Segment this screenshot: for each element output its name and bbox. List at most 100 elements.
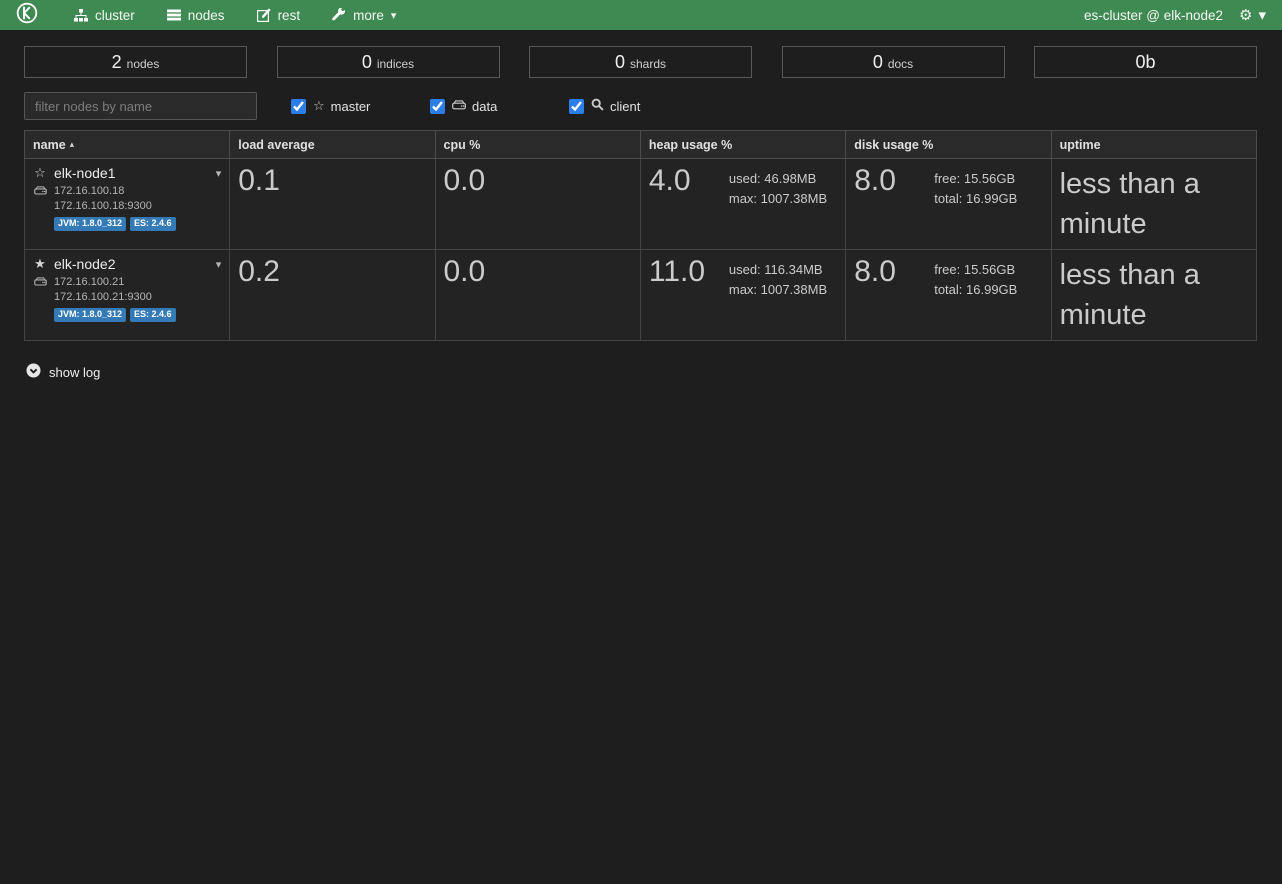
settings-dropdown[interactable]: ⚙ ▾ — [1239, 6, 1266, 24]
navbar: cluster nodes rest — [0, 0, 1282, 30]
column-header-uptime[interactable]: uptime — [1051, 131, 1256, 159]
node-name: elk-node2 — [54, 256, 116, 272]
heap-used: used: 116.34MB — [729, 260, 827, 280]
kopf-logo[interactable] — [16, 2, 38, 29]
disk-usage-cell: 8.0 free: 15.56GB total: 16.99GB — [846, 250, 1051, 341]
stat-docs: 0 docs — [782, 46, 1005, 78]
sitemap-icon — [74, 9, 88, 22]
star-icon: ★ — [33, 257, 47, 272]
node-row: ☆ elk-node1 ▾ 172.16.100.18 — [25, 159, 1257, 250]
nav-item-more[interactable]: more ▾ — [318, 0, 410, 30]
disk-free: free: 15.56GB — [934, 169, 1017, 189]
heap-percent: 11.0 — [649, 255, 729, 300]
nav-item-cluster[interactable]: cluster — [60, 0, 149, 30]
cpu-cell: 0.0 — [435, 250, 640, 341]
node-dropdown-caret-icon[interactable]: ▾ — [216, 258, 222, 271]
nav-item-label: nodes — [188, 8, 225, 23]
nav-item-label: more — [353, 8, 384, 23]
kopf-logo-icon — [16, 2, 38, 29]
disk-total: total: 16.99GB — [934, 280, 1017, 300]
nav-item-nodes[interactable]: nodes — [153, 0, 239, 30]
heap-percent: 4.0 — [649, 164, 729, 209]
disk-total: total: 16.99GB — [934, 189, 1017, 209]
es-version-badge: ES: 2.4.6 — [130, 308, 176, 322]
cluster-name-label: es-cluster @ elk-node2 — [1084, 8, 1223, 23]
stat-value: 0 — [362, 52, 372, 73]
stat-shards: 0 shards — [529, 46, 752, 78]
nav-item-label: cluster — [95, 8, 135, 23]
node-transport-address: 172.16.100.21:9300 — [54, 291, 221, 303]
stat-value: 0 — [615, 52, 625, 73]
node-ip: 172.16.100.18 — [54, 185, 124, 197]
nodes-table: name▴ load average cpu % heap usage % di… — [24, 130, 1257, 341]
filter-master: ☆ master — [291, 99, 396, 114]
hdd-icon — [33, 277, 47, 287]
column-header-load[interactable]: load average — [230, 131, 435, 159]
jvm-version-badge: JVM: 1.8.0_312 — [54, 308, 126, 322]
load-average-cell: 0.1 — [230, 159, 435, 250]
stat-label: shards — [630, 54, 666, 71]
column-header-heap[interactable]: heap usage % — [640, 131, 845, 159]
column-header-disk[interactable]: disk usage % — [846, 131, 1051, 159]
stat-label: nodes — [127, 54, 160, 71]
filter-client: client — [569, 98, 674, 114]
stat-label: docs — [888, 54, 913, 71]
circle-arrow-down-icon — [26, 363, 41, 381]
disk-free: free: 15.56GB — [934, 260, 1017, 280]
cluster-stats: 2 nodes 0 indices 0 shards 0 docs 0b — [24, 46, 1257, 78]
stat-value: 2 — [112, 52, 122, 73]
checkbox-label: data — [472, 99, 497, 114]
star-icon: ☆ — [313, 99, 325, 114]
hdd-icon — [452, 99, 466, 114]
nav-item-rest[interactable]: rest — [243, 0, 315, 30]
data-checkbox[interactable] — [430, 99, 445, 114]
node-transport-address: 172.16.100.18:9300 — [54, 200, 221, 212]
star-icon: ☆ — [33, 166, 47, 181]
pencil-square-icon — [257, 8, 271, 22]
name-cell: ☆ elk-node1 ▾ 172.16.100.18 — [25, 159, 230, 250]
search-icon — [591, 98, 604, 114]
uptime-cell: less than a minute — [1051, 250, 1256, 341]
cpu-cell: 0.0 — [435, 159, 640, 250]
filter-nodes-input[interactable] — [24, 92, 257, 120]
wrench-icon — [332, 8, 346, 22]
checkbox-label: client — [610, 99, 640, 114]
disk-usage-cell: 8.0 free: 15.56GB total: 16.99GB — [846, 159, 1051, 250]
stat-value: 0b — [1135, 52, 1155, 73]
stat-indices: 0 indices — [277, 46, 500, 78]
column-header-name[interactable]: name▴ — [25, 131, 230, 159]
stat-nodes: 2 nodes — [24, 46, 247, 78]
node-row: ★ elk-node2 ▾ 172.16.100.21 — [25, 250, 1257, 341]
node-name: elk-node1 — [54, 165, 116, 181]
stat-size: 0b — [1034, 46, 1257, 78]
nav-item-label: rest — [278, 8, 301, 23]
tasks-icon — [167, 9, 181, 21]
client-checkbox[interactable] — [569, 99, 584, 114]
checkbox-label: master — [331, 99, 371, 114]
sort-asc-icon: ▴ — [70, 140, 75, 150]
heap-used: used: 46.98MB — [729, 169, 827, 189]
gear-icon: ⚙ — [1239, 6, 1252, 24]
heap-usage-cell: 4.0 used: 46.98MB max: 1007.38MB — [640, 159, 845, 250]
load-average-cell: 0.2 — [230, 250, 435, 341]
master-checkbox[interactable] — [291, 99, 306, 114]
disk-percent: 8.0 — [854, 255, 934, 300]
filter-row: ☆ master data — [24, 92, 1258, 120]
heap-max: max: 1007.38MB — [729, 189, 827, 209]
chevron-down-icon: ▾ — [391, 10, 397, 21]
uptime-cell: less than a minute — [1051, 159, 1256, 250]
chevron-down-icon: ▾ — [1258, 8, 1266, 23]
disk-percent: 8.0 — [854, 164, 934, 209]
stat-value: 0 — [873, 52, 883, 73]
es-version-badge: ES: 2.4.6 — [130, 217, 176, 231]
heap-usage-cell: 11.0 used: 116.34MB max: 1007.38MB — [640, 250, 845, 341]
hdd-icon — [33, 186, 47, 196]
node-dropdown-caret-icon[interactable]: ▾ — [216, 167, 222, 180]
jvm-version-badge: JVM: 1.8.0_312 — [54, 217, 126, 231]
show-log-label: show log — [49, 365, 100, 380]
column-header-cpu[interactable]: cpu % — [435, 131, 640, 159]
show-log-toggle[interactable]: show log — [26, 363, 1258, 381]
node-ip: 172.16.100.21 — [54, 276, 124, 288]
heap-max: max: 1007.38MB — [729, 280, 827, 300]
filter-data: data — [430, 99, 535, 114]
